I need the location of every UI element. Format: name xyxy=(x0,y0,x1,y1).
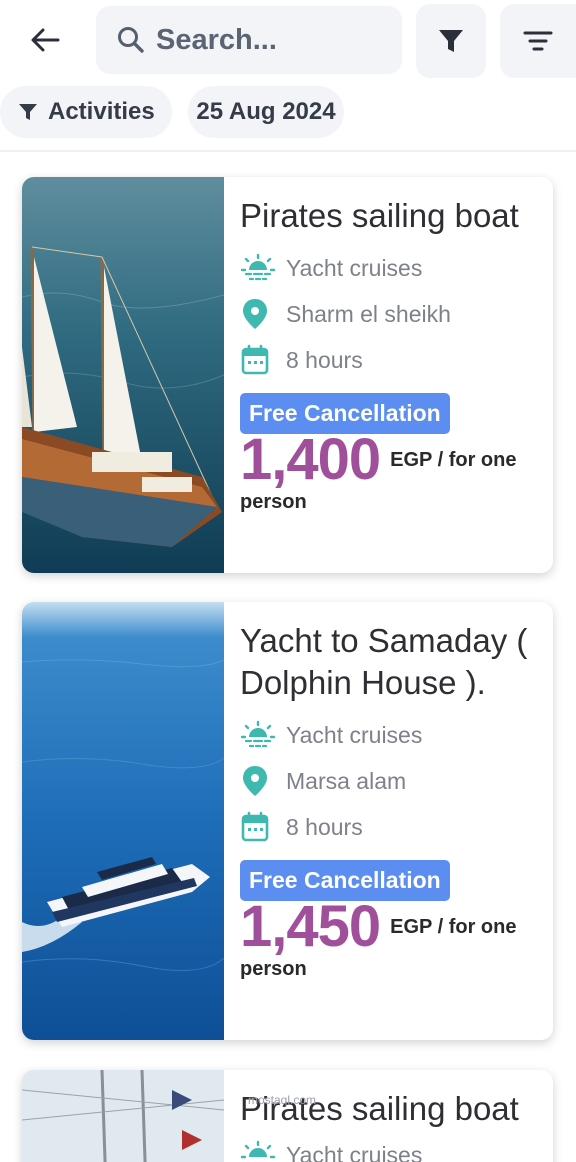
listing-image xyxy=(22,602,224,1040)
listing-duration: 8 hours xyxy=(240,804,553,850)
date-chip[interactable]: 25 Aug 2024 xyxy=(188,86,344,138)
listing-category: Yacht cruises xyxy=(240,1132,553,1162)
listing-image xyxy=(22,1070,224,1162)
listing-title: Yacht to Samaday ( Dolphin House ). xyxy=(240,622,528,701)
sun-icon xyxy=(240,720,276,748)
activities-chip-label: Activities xyxy=(48,98,155,125)
listing-duration: 8 hours xyxy=(240,337,553,383)
divider xyxy=(0,150,576,152)
sun-icon xyxy=(240,1140,276,1159)
top-bar xyxy=(0,0,576,82)
listing-duration-label: 8 hours xyxy=(286,813,363,840)
listing-category-label: Yacht cruises xyxy=(286,721,423,748)
listing-location: Marsa alam xyxy=(240,758,553,804)
location-pin-icon xyxy=(243,299,267,329)
location-pin-icon xyxy=(243,766,267,796)
listing-duration-label: 8 hours xyxy=(286,346,363,373)
listing-image xyxy=(22,177,224,573)
search-icon xyxy=(118,27,144,53)
listing-location-label: Sharm el sheikh xyxy=(286,300,451,327)
filter-icon xyxy=(19,104,37,120)
listing-category: Yacht cruises xyxy=(240,245,553,291)
price-unit: EGP / for one xyxy=(390,916,517,938)
listing-location: Sharm el sheikh xyxy=(240,291,553,337)
price-unit-suffix: person xyxy=(240,491,307,514)
listing-price: 1,450 EGP / for one person xyxy=(240,898,553,989)
price-unit-suffix: person xyxy=(240,958,307,981)
listing-card[interactable]: Yacht to Samaday ( Dolphin House ). Yach… xyxy=(22,602,553,1040)
sort-icon xyxy=(523,31,553,51)
watermark: mostaql.com xyxy=(248,1093,317,1107)
sort-button[interactable] xyxy=(500,4,576,78)
calendar-icon xyxy=(241,344,269,375)
listing-category-label: Yacht cruises xyxy=(286,1141,423,1162)
listing-card[interactable]: Pirates sailing boat Yacht cruises Sharm… xyxy=(22,177,553,573)
search-input[interactable] xyxy=(156,23,386,57)
listing-card[interactable]: Pirates sailing boat Yacht cruises xyxy=(22,1070,553,1162)
search-box[interactable] xyxy=(96,6,402,74)
date-chip-label: 25 Aug 2024 xyxy=(196,98,336,125)
listing-info: Yacht to Samaday ( Dolphin House ). Yach… xyxy=(240,602,553,989)
listing-price: 1,400 EGP / for one person xyxy=(240,431,553,522)
listing-category: Yacht cruises xyxy=(240,712,553,758)
sun-icon xyxy=(240,253,276,281)
activities-chip[interactable]: Activities xyxy=(0,86,172,138)
filter-chips: Activities 25 Aug 2024 xyxy=(0,86,576,138)
back-button[interactable] xyxy=(22,20,68,60)
listing-info: Pirates sailing boat Yacht cruises Sharm… xyxy=(240,177,553,522)
listing-title: Pirates sailing boat xyxy=(240,197,519,234)
calendar-icon xyxy=(241,811,269,842)
listing-info: Pirates sailing boat Yacht cruises xyxy=(240,1070,553,1162)
arrow-left-icon xyxy=(31,28,60,52)
filter-button[interactable] xyxy=(416,4,486,78)
listing-category-label: Yacht cruises xyxy=(286,254,423,281)
price-unit: EGP / for one xyxy=(390,449,517,471)
filter-icon xyxy=(439,30,463,52)
listing-location-label: Marsa alam xyxy=(286,767,407,794)
